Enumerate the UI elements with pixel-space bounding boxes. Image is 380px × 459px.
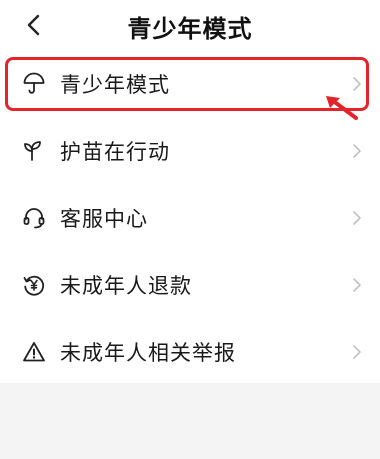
page-title: 青少年模式 [127, 15, 253, 43]
menu-item-label: 客服中心 [60, 206, 148, 231]
chevron-right-icon [350, 343, 364, 361]
empty-area [0, 383, 380, 459]
menu-item-teen-mode[interactable]: 青少年模式 [0, 50, 380, 117]
umbrella-icon [22, 72, 46, 96]
chevron-right-icon [350, 276, 364, 294]
chevron-right-icon [350, 209, 364, 227]
warning-triangle-icon [22, 340, 46, 364]
chevron-right-icon [350, 142, 364, 160]
menu-item-label: 青少年模式 [60, 72, 170, 97]
settings-list: 青少年模式 护苗在行动 客服中心 未成年人退款 未成年人相关举报 [0, 50, 380, 385]
menu-item-minor-refund[interactable]: 未成年人退款 [0, 251, 380, 318]
menu-item-label: 未成年人相关举报 [60, 340, 236, 365]
top-bar: 青少年模式 [0, 0, 380, 50]
sprout-icon [22, 139, 46, 163]
menu-item-seedling-action[interactable]: 护苗在行动 [0, 117, 380, 184]
menu-item-label: 未成年人退款 [60, 273, 192, 298]
menu-item-minor-report[interactable]: 未成年人相关举报 [0, 318, 380, 385]
headset-icon [22, 206, 46, 230]
menu-item-label: 护苗在行动 [60, 139, 170, 164]
chevron-right-icon [350, 75, 364, 93]
refund-yen-icon [22, 273, 46, 297]
menu-item-customer-service[interactable]: 客服中心 [0, 184, 380, 251]
